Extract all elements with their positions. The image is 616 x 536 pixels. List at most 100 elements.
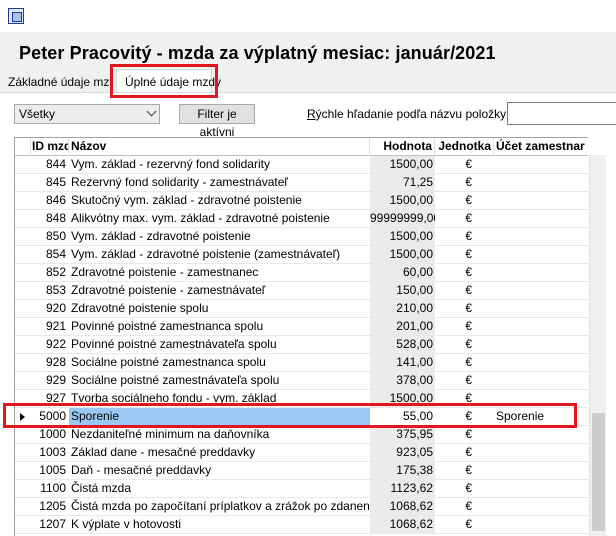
cell-value[interactable]: 141,00: [370, 354, 435, 371]
cell-value[interactable]: 55,00: [370, 408, 435, 425]
table-row[interactable]: 1003 Základ dane - mesačné preddavky 923,0…: [15, 444, 588, 462]
table-row[interactable]: 854 Vym. základ - zdravotné poistenie (za…: [15, 246, 588, 264]
cell-value[interactable]: 71,25: [370, 174, 435, 191]
column-header-name[interactable]: Názov: [69, 138, 370, 156]
cell-value[interactable]: 210,00: [370, 300, 435, 317]
cell-unit[interactable]: €: [435, 264, 494, 281]
cell-value[interactable]: 1123,62: [370, 480, 435, 497]
cell-name[interactable]: Čistá mzda: [69, 480, 370, 497]
cell-account[interactable]: [494, 174, 588, 191]
cell-id[interactable]: 1000: [31, 426, 69, 443]
cell-name[interactable]: K výplate v hotovosti: [69, 516, 370, 533]
cell-id[interactable]: 848: [31, 210, 69, 227]
row-indicator[interactable]: [15, 408, 31, 425]
cell-value[interactable]: 175,38: [370, 462, 435, 479]
cell-name[interactable]: Vym. základ - zdravotné poistenie: [69, 228, 370, 245]
table-row[interactable]: 922 Povinné poistné zamestnávateľa spolu 5…: [15, 336, 588, 354]
row-indicator[interactable]: [15, 246, 31, 263]
cell-unit[interactable]: €: [435, 390, 494, 407]
cell-unit[interactable]: €: [435, 318, 494, 335]
column-header-value[interactable]: Hodnota: [370, 138, 435, 156]
row-indicator[interactable]: [15, 318, 31, 335]
cell-id[interactable]: 846: [31, 192, 69, 209]
cell-account[interactable]: [494, 192, 588, 209]
cell-account[interactable]: [494, 300, 588, 317]
table-row[interactable]: 928 Sociálne poistné zamestnanca spolu 141…: [15, 354, 588, 372]
table-row[interactable]: 927 Tvorba sociálneho fondu - vym. základ…: [15, 390, 588, 408]
vertical-scrollbar[interactable]: [589, 155, 606, 536]
cell-name[interactable]: Vym. základ - zdravotné poistenie (zames…: [69, 246, 370, 263]
cell-id[interactable]: 1003: [31, 444, 69, 461]
cell-value[interactable]: 60,00: [370, 264, 435, 281]
row-indicator[interactable]: [15, 156, 31, 173]
cell-name[interactable]: Čistá mzda po započítaní príplatkov a zr…: [69, 498, 370, 515]
table-row[interactable]: 1207 K výplate v hotovosti 1068,62 €: [15, 516, 588, 534]
cell-id[interactable]: 1205: [31, 498, 69, 515]
tab-basic-wage-data[interactable]: Základné údaje mzdy: [8, 72, 112, 93]
row-indicator[interactable]: [15, 228, 31, 245]
cell-unit[interactable]: €: [435, 354, 494, 371]
cell-value[interactable]: 1500,00: [370, 192, 435, 209]
cell-name[interactable]: Sociálne poistné zamestnávateľa spolu: [69, 372, 370, 389]
cell-unit[interactable]: €: [435, 444, 494, 461]
row-indicator[interactable]: [15, 300, 31, 317]
cell-name[interactable]: Zdravotné poistenie - zamestnanec: [69, 264, 370, 281]
cell-name[interactable]: Skutočný vym. základ - zdravotné poisten…: [69, 192, 370, 209]
quick-search-input[interactable]: [507, 102, 616, 125]
cell-unit[interactable]: €: [435, 210, 494, 227]
cell-account[interactable]: [494, 480, 588, 497]
cell-value[interactable]: 201,00: [370, 318, 435, 335]
row-indicator[interactable]: [15, 426, 31, 443]
cell-name[interactable]: Zdravotné poistenie spolu: [69, 300, 370, 317]
cell-value[interactable]: 1500,00: [370, 390, 435, 407]
row-indicator[interactable]: [15, 372, 31, 389]
cell-name[interactable]: Rezervný fond solidarity - zamestnávateľ: [69, 174, 370, 191]
cell-id[interactable]: 853: [31, 282, 69, 299]
cell-value[interactable]: 99999999,00: [370, 210, 435, 227]
cell-unit[interactable]: €: [435, 228, 494, 245]
cell-id[interactable]: 1100: [31, 480, 69, 497]
cell-id[interactable]: 922: [31, 336, 69, 353]
row-indicator[interactable]: [15, 498, 31, 515]
row-indicator[interactable]: [15, 480, 31, 497]
cell-unit[interactable]: €: [435, 480, 494, 497]
cell-value[interactable]: 150,00: [370, 282, 435, 299]
cell-name[interactable]: Nezdaniteľné minimum na daňovníka: [69, 426, 370, 443]
filter-active-button[interactable]: Filter je aktívni: [179, 104, 255, 139]
cell-unit[interactable]: €: [435, 462, 494, 479]
column-header-unit[interactable]: Jednotka: [435, 138, 494, 156]
cell-unit[interactable]: €: [435, 516, 494, 533]
cell-value[interactable]: 528,00: [370, 336, 435, 353]
cell-account[interactable]: [494, 336, 588, 353]
cell-account[interactable]: [494, 372, 588, 389]
cell-unit[interactable]: €: [435, 246, 494, 263]
table-row[interactable]: 921 Povinné poistné zamestnanca spolu 201,…: [15, 318, 588, 336]
cell-name[interactable]: Zdravotné poistenie - zamestnávateľ: [69, 282, 370, 299]
cell-account[interactable]: [494, 462, 588, 479]
row-indicator[interactable]: [15, 192, 31, 209]
row-indicator[interactable]: [15, 354, 31, 371]
row-indicator[interactable]: [15, 516, 31, 533]
cell-account[interactable]: [494, 498, 588, 515]
row-indicator[interactable]: [15, 462, 31, 479]
cell-id[interactable]: 854: [31, 246, 69, 263]
cell-unit[interactable]: €: [435, 408, 494, 425]
table-row[interactable]: 850 Vym. základ - zdravotné poistenie 1500…: [15, 228, 588, 246]
cell-value[interactable]: 378,00: [370, 372, 435, 389]
cell-value[interactable]: 1500,00: [370, 228, 435, 245]
table-row[interactable]: 848 Alikvótny max. vym. základ - zdravotn…: [15, 210, 588, 228]
app-window-icon[interactable]: [8, 8, 24, 24]
column-header-account[interactable]: Účet zamestnar: [494, 138, 588, 156]
cell-account[interactable]: [494, 444, 588, 461]
row-indicator[interactable]: [15, 264, 31, 281]
cell-account[interactable]: [494, 246, 588, 263]
cell-account[interactable]: [494, 516, 588, 533]
cell-id[interactable]: 844: [31, 156, 69, 173]
cell-name[interactable]: Tvorba sociálneho fondu - vym. základ: [69, 390, 370, 407]
cell-account[interactable]: Sporenie: [494, 408, 588, 425]
cell-id[interactable]: 920: [31, 300, 69, 317]
cell-id[interactable]: 928: [31, 354, 69, 371]
row-indicator[interactable]: [15, 210, 31, 227]
cell-name[interactable]: Alikvótny max. vym. základ - zdravotné p…: [69, 210, 370, 227]
cell-account[interactable]: [494, 156, 588, 173]
